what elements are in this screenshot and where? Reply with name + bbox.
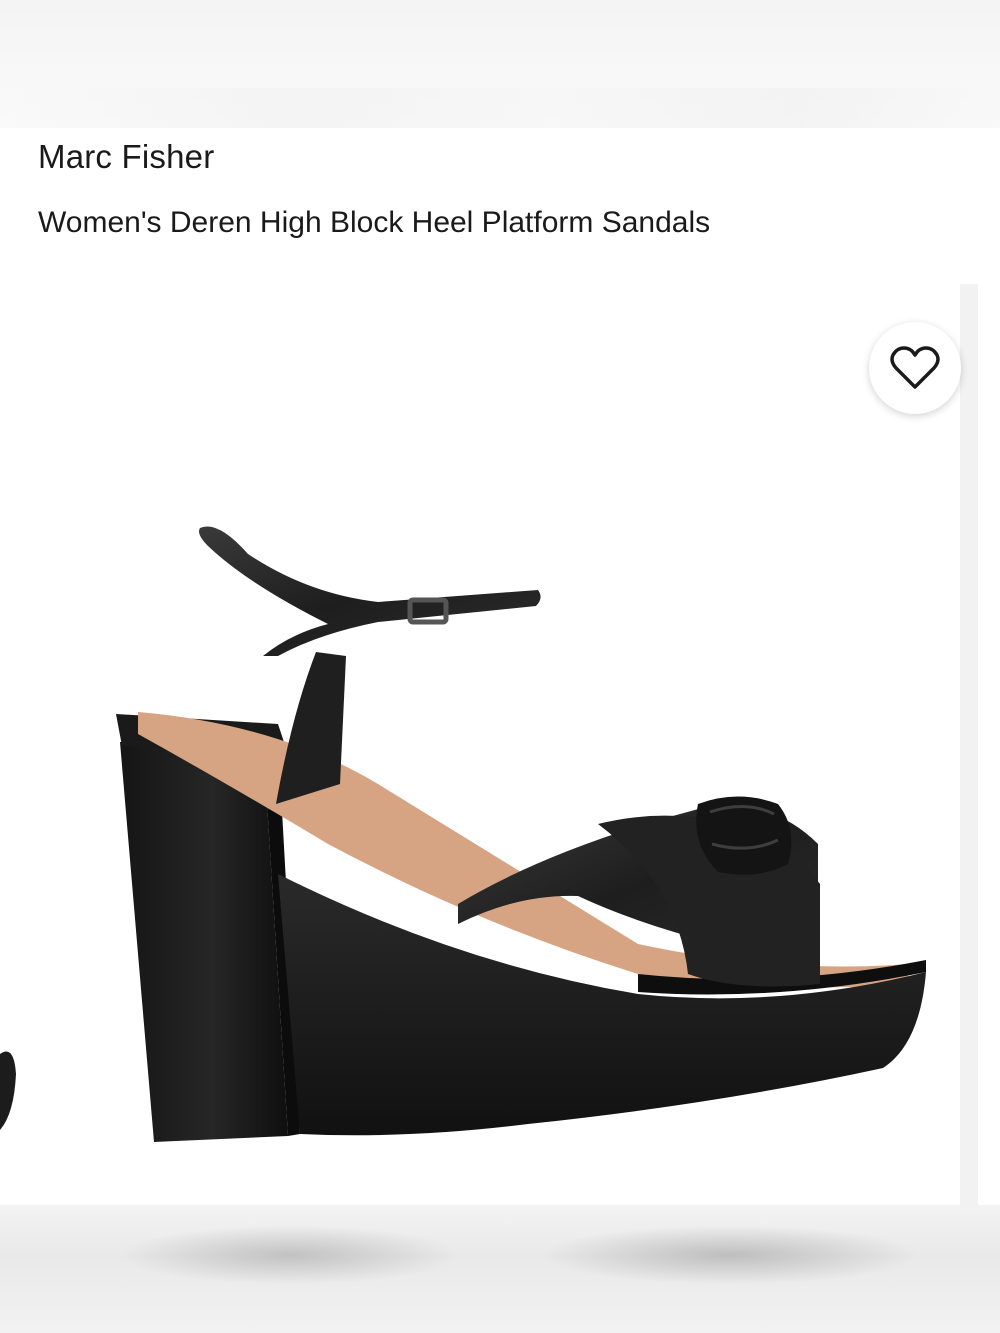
image-carousel[interactable]: [0, 284, 1000, 1205]
main-product-image[interactable]: [78, 284, 960, 1205]
heart-outline-icon: [890, 346, 940, 389]
previous-shoe-image: [0, 1051, 16, 1130]
sandal-image: [116, 526, 926, 1142]
wishlist-button[interactable]: [869, 322, 961, 414]
top-blurred-region: [0, 0, 1000, 128]
bottom-blurred-region: [0, 1205, 1000, 1333]
brand-name[interactable]: Marc Fisher: [38, 138, 214, 176]
next-slide-preview[interactable]: [960, 284, 978, 1205]
previous-slide-preview[interactable]: [0, 284, 60, 1205]
product-page: Marc Fisher Women's Deren High Block Hee…: [0, 0, 1000, 1333]
product-title: Women's Deren High Block Heel Platform S…: [38, 206, 711, 239]
